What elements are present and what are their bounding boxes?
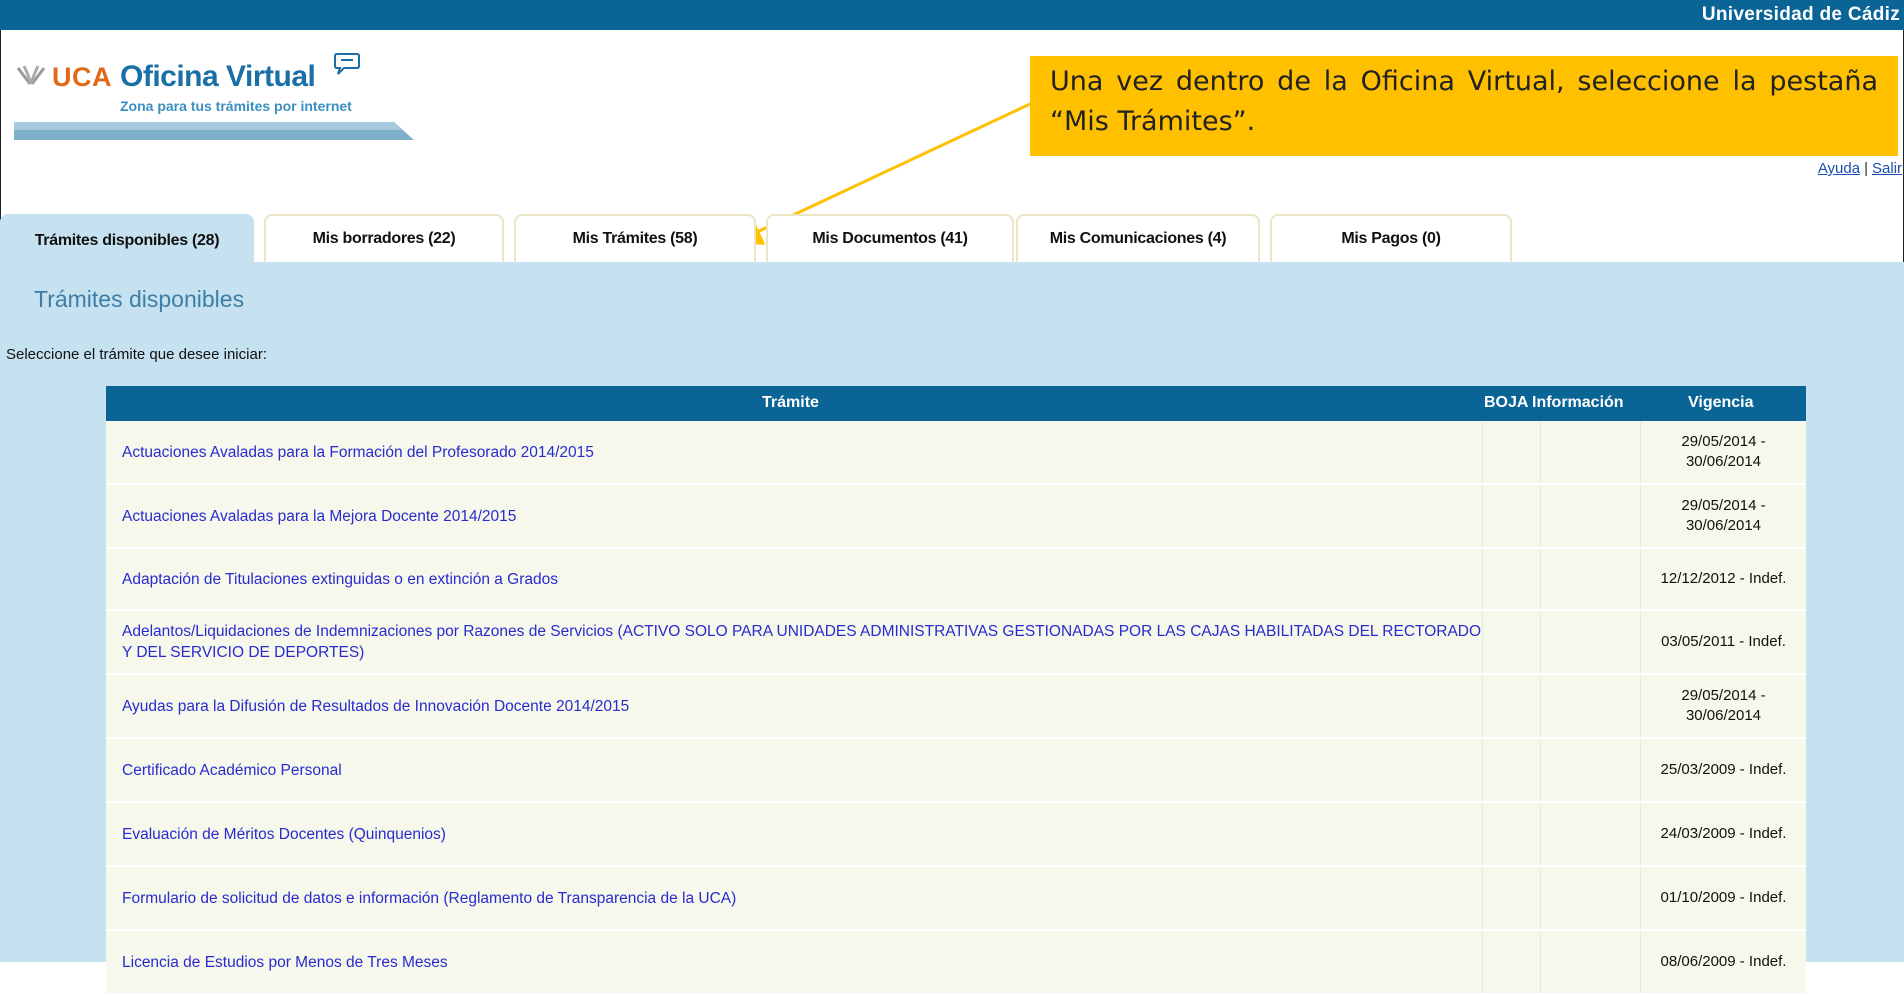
top-bar: Universidad de Cádiz [0, 0, 1904, 30]
instruction-callout: Una vez dentro de la Oficina Virtual, se… [1030, 56, 1898, 156]
laurel-icon [16, 65, 46, 85]
boja-cell [1482, 931, 1541, 993]
page-title: Trámites disponibles [34, 286, 245, 312]
vigencia-cell: 12/12/2012 - Indef. [1640, 549, 1806, 609]
table-row: Actuaciones Avaladas para la Formación d… [106, 421, 1806, 485]
boja-cell [1482, 803, 1541, 865]
vigencia-cell: 29/05/2014 - 30/06/2014 [1640, 421, 1806, 483]
logo-title: Oficina Virtual [120, 60, 316, 93]
tramite-link[interactable]: Certificado Académico Personal [106, 739, 1482, 801]
info-cell [1540, 485, 1641, 547]
boja-cell [1482, 675, 1541, 737]
logo-swoosh [14, 122, 414, 140]
boja-cell [1482, 485, 1541, 547]
tramites-table: Trámite BOJA Información Vigencia Actuac… [106, 386, 1806, 995]
tab-mis-borradores[interactable]: Mis borradores (22) [264, 214, 504, 262]
table-row: Formulario de solicitud de datos e infor… [106, 867, 1806, 931]
utility-links: Ayuda | Salir [1818, 160, 1902, 177]
vigencia-cell: 25/03/2009 - Indef. [1640, 739, 1806, 801]
tab-tramites-disponibles[interactable]: Trámites disponibles (28) [0, 214, 254, 266]
header-tramite: Trámite [762, 394, 819, 411]
info-cell [1540, 931, 1641, 993]
vigencia-cell: 01/10/2009 - Indef. [1640, 867, 1806, 929]
chat-bubble-icon [334, 53, 360, 75]
logo-subtitle: Zona para tus trámites por internet [120, 98, 352, 114]
info-cell [1540, 421, 1641, 483]
tramite-link[interactable]: Formulario de solicitud de datos e infor… [106, 867, 1482, 929]
vigencia-cell: 03/05/2011 - Indef. [1640, 611, 1806, 673]
info-cell [1540, 611, 1641, 673]
tramite-link[interactable]: Actuaciones Avaladas para la Mejora Doce… [106, 485, 1482, 547]
tab-mis-tramites[interactable]: Mis Trámites (58) [514, 214, 756, 262]
vigencia-cell: 08/06/2009 - Indef. [1640, 931, 1806, 993]
boja-cell [1482, 867, 1541, 929]
main-panel: Trámites disponibles Seleccione el trámi… [0, 262, 1904, 995]
tramite-link[interactable]: Evaluación de Méritos Docentes (Quinquen… [106, 803, 1482, 865]
table-row: Ayudas para la Difusión de Resultados de… [106, 675, 1806, 739]
table-row: Certificado Académico Personal 25/03/200… [106, 739, 1806, 803]
table-row: Evaluación de Méritos Docentes (Quinquen… [106, 803, 1806, 867]
tramite-link[interactable]: Licencia de Estudios por Menos de Tres M… [106, 931, 1482, 993]
vigencia-cell: 29/05/2014 - 30/06/2014 [1640, 485, 1806, 547]
tramite-link[interactable]: Adaptación de Titulaciones extinguidas o… [106, 549, 1482, 609]
table-row: Adelantos/Liquidaciones de Indemnizacion… [106, 611, 1806, 675]
university-name: Universidad de Cádiz [1701, 4, 1900, 25]
links-separator: | [1864, 160, 1868, 177]
boja-cell [1482, 739, 1541, 801]
vigencia-cell: 29/05/2014 - 30/06/2014 [1640, 675, 1806, 737]
info-cell [1540, 739, 1641, 801]
boja-cell [1482, 611, 1541, 673]
logo-brand: UCA [52, 62, 112, 92]
logout-link[interactable]: Salir [1872, 160, 1902, 177]
header-boja: BOJA [1484, 394, 1529, 411]
table-header: Trámite BOJA Información Vigencia [106, 386, 1806, 421]
tab-mis-comunicaciones[interactable]: Mis Comunicaciones (4) [1016, 214, 1260, 262]
boja-cell [1482, 549, 1541, 609]
tramite-link[interactable]: Adelantos/Liquidaciones de Indemnizacion… [106, 611, 1482, 673]
tramite-link[interactable]: Ayudas para la Difusión de Resultados de… [106, 675, 1482, 737]
tab-mis-documentos[interactable]: Mis Documentos (41) [766, 214, 1014, 262]
help-link[interactable]: Ayuda [1818, 160, 1860, 177]
tab-mis-pagos[interactable]: Mis Pagos (0) [1270, 214, 1512, 262]
info-cell [1540, 675, 1641, 737]
instructions-text: Seleccione el trámite que desee iniciar: [6, 346, 267, 363]
table-row: Licencia de Estudios por Menos de Tres M… [106, 931, 1806, 995]
header-informacion: Información [1532, 394, 1624, 411]
table-row: Adaptación de Titulaciones extinguidas o… [106, 549, 1806, 611]
info-cell [1540, 867, 1641, 929]
tab-bar: Trámites disponibles (28) Mis borradores… [0, 214, 1904, 266]
info-cell [1540, 803, 1641, 865]
boja-cell [1482, 421, 1541, 483]
tramite-link[interactable]: Actuaciones Avaladas para la Formación d… [106, 421, 1482, 483]
info-cell [1540, 549, 1641, 609]
logo[interactable]: UCA Oficina Virtual Zona para tus trámit… [14, 53, 414, 142]
header-vigencia: Vigencia [1688, 394, 1754, 411]
vigencia-cell: 24/03/2009 - Indef. [1640, 803, 1806, 865]
table-row: Actuaciones Avaladas para la Mejora Doce… [106, 485, 1806, 549]
